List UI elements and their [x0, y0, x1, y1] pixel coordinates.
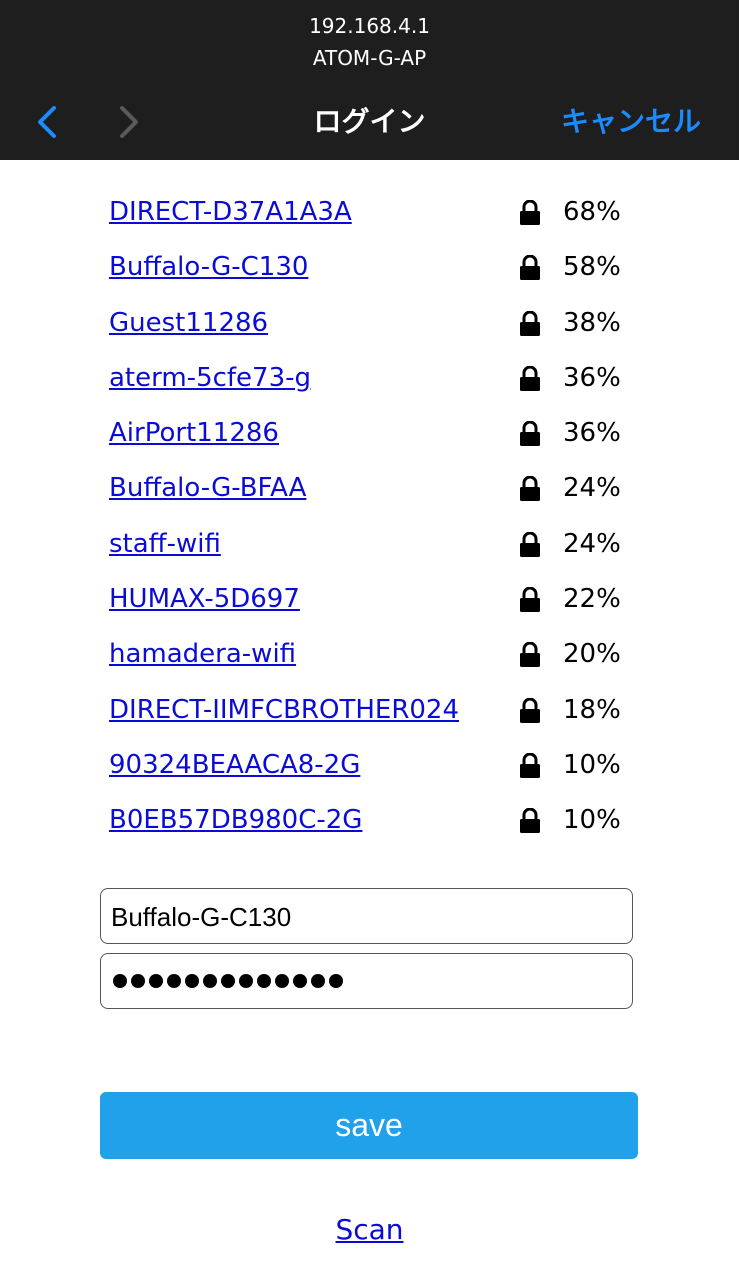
network-row: aterm-5cfe73-g 36% — [0, 352, 739, 407]
network-link[interactable]: 90324BEAACA8-2G — [109, 747, 360, 783]
signal-strength: 10% — [563, 749, 621, 780]
save-button[interactable]: save — [100, 1092, 638, 1159]
lock-icon — [519, 531, 541, 558]
lock-icon — [519, 199, 541, 226]
network-link[interactable]: DIRECT-IIMFCBROTHER024 — [109, 692, 459, 728]
password-dot — [149, 974, 163, 988]
network-row: DIRECT-D37A1A3A 68% — [0, 186, 739, 241]
network-link[interactable]: hamadera-wifi — [109, 636, 296, 672]
network-row: AirPort11286 36% — [0, 407, 739, 462]
password-dot — [113, 974, 127, 988]
lock-icon — [519, 254, 541, 281]
password-mask — [113, 974, 343, 990]
password-dot — [203, 974, 217, 988]
network-link[interactable]: Guest11286 — [109, 305, 268, 341]
lock-icon — [519, 476, 541, 502]
network-row: hamadera-wifi 20% — [0, 628, 739, 683]
password-dot — [167, 974, 181, 988]
password-dot — [131, 974, 145, 988]
password-dot — [221, 974, 235, 988]
signal-strength: 36% — [563, 418, 621, 449]
password-dot — [257, 974, 271, 988]
lock-icon — [519, 752, 541, 779]
signal-strength: 22% — [563, 584, 621, 615]
signal-strength: 38% — [563, 307, 621, 338]
lock-icon — [519, 697, 541, 724]
cancel-button[interactable]: キャンセル — [561, 100, 701, 144]
password-dot — [275, 974, 289, 988]
network-row: DIRECT-IIMFCBROTHER024 18% — [0, 684, 739, 739]
network-link[interactable]: Buffalo-G-C130 — [109, 249, 308, 285]
network-link[interactable]: aterm-5cfe73-g — [109, 360, 311, 396]
password-field[interactable] — [100, 953, 633, 1009]
password-dot — [239, 974, 253, 988]
network-list: DIRECT-D37A1A3A 68% Buffalo-G-C130 58% Guest… — [0, 186, 739, 850]
password-dot — [329, 974, 343, 988]
url-label: 192.168.4.1 — [309, 14, 430, 38]
network-link[interactable]: DIRECT-D37A1A3A — [109, 194, 352, 230]
signal-strength: 68% — [563, 197, 621, 227]
network-row: Buffalo-G-C130 58% — [0, 241, 739, 296]
scan-link[interactable]: Scan — [335, 1213, 403, 1246]
lock-icon — [519, 420, 541, 447]
scan-row: Scan — [0, 1210, 739, 1250]
browser-topbar: 192.168.4.1 ATOM-G-AP ログイン キャンセル — [0, 0, 739, 160]
network-row: 90324BEAACA8-2G 10% — [0, 739, 739, 794]
lock-icon — [519, 641, 541, 668]
signal-strength: 58% — [563, 252, 621, 283]
lock-icon — [519, 310, 541, 337]
host-label: ATOM-G-AP — [312, 46, 427, 70]
lock-icon — [519, 365, 541, 392]
signal-strength: 18% — [563, 694, 621, 725]
network-row: Buffalo-G-BFAA 24% — [0, 462, 739, 517]
password-dot — [293, 974, 307, 988]
ssid-value: Buffalo-G-C130 — [111, 902, 292, 932]
password-dot — [311, 974, 325, 988]
signal-strength: 10% — [563, 805, 621, 836]
signal-strength: 24% — [563, 473, 621, 504]
network-row: HUMAX-5D697 22% — [0, 573, 739, 628]
password-dot — [185, 974, 199, 988]
lock-icon — [519, 807, 541, 834]
signal-strength: 20% — [563, 639, 621, 670]
signal-strength: 24% — [563, 528, 621, 559]
network-row: B0EB57DB980C-2G 10% — [0, 794, 739, 849]
network-link[interactable]: staff-wifi — [109, 526, 221, 562]
network-link[interactable]: AirPort11286 — [109, 415, 279, 451]
lock-icon — [519, 586, 541, 613]
signal-strength: 36% — [563, 362, 621, 393]
network-row: staff-wifi 24% — [0, 518, 739, 573]
network-link[interactable]: Buffalo-G-BFAA — [109, 470, 306, 506]
network-row: Guest11286 38% — [0, 297, 739, 352]
network-link[interactable]: HUMAX-5D697 — [109, 581, 300, 617]
network-link[interactable]: B0EB57DB980C-2G — [109, 802, 362, 838]
ssid-field[interactable]: Buffalo-G-C130 — [100, 888, 633, 944]
